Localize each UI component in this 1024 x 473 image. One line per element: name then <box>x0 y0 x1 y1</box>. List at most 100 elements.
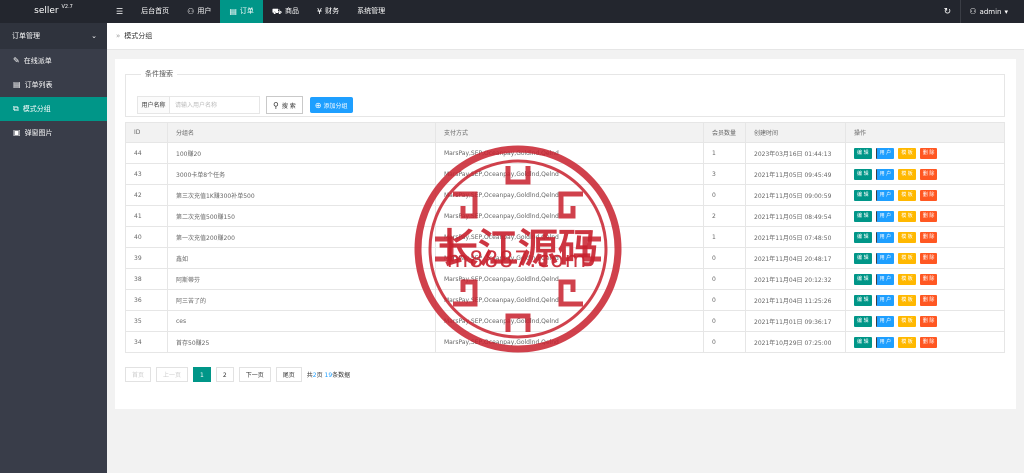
next-page-button[interactable]: 下一页 <box>238 367 271 382</box>
nav-orders[interactable]: ▤ 订单 <box>220 0 263 23</box>
cell-name: 阿斯蒂芬 <box>167 268 436 290</box>
prev-page-button[interactable]: 上一页 <box>156 367 189 382</box>
edit-button[interactable]: 编 辑 <box>854 294 872 306</box>
cell-ops: 编 辑用 户模 板删 除 <box>845 163 1005 185</box>
user-button[interactable]: 用 户 <box>875 273 895 285</box>
delete-button[interactable]: 删 除 <box>919 231 938 243</box>
cell-id: 35 <box>125 310 168 332</box>
user-button[interactable]: 用 户 <box>875 336 895 348</box>
edit-button[interactable]: 编 辑 <box>854 189 872 201</box>
user-button[interactable]: 用 户 <box>875 231 895 243</box>
cell-members: 0 <box>703 268 746 290</box>
template-button[interactable]: 模 板 <box>898 168 916 180</box>
cell-created: 2021年11月05日 07:48:50 <box>745 226 846 248</box>
delete-button[interactable]: 删 除 <box>919 336 938 348</box>
cell-ops: 编 辑用 户模 板删 除 <box>845 331 1005 353</box>
user-name: admin <box>979 7 1002 16</box>
template-button[interactable]: 模 板 <box>898 210 916 222</box>
delete-button[interactable]: 删 除 <box>919 252 938 264</box>
edit-icon: ✎ <box>13 56 20 65</box>
cell-name: 第三次充值1K赚300补单500 <box>167 184 436 206</box>
search-button[interactable]: ⚲ 搜 索 <box>266 96 303 114</box>
col-members[interactable]: 会员数量 <box>703 122 746 143</box>
page-1-button[interactable]: 1 <box>193 367 211 382</box>
edit-button[interactable]: 编 辑 <box>854 147 872 159</box>
cell-members: 0 <box>703 289 746 311</box>
nav-finance[interactable]: ¥ 财务 <box>308 0 348 23</box>
template-button[interactable]: 模 板 <box>898 147 916 159</box>
delete-button[interactable]: 删 除 <box>919 273 938 285</box>
delete-button[interactable]: 删 除 <box>919 315 938 327</box>
template-button[interactable]: 模 板 <box>898 273 916 285</box>
col-name[interactable]: 分组名 <box>167 122 436 143</box>
user-menu[interactable]: ⚇ admin ▾ <box>960 0 1024 23</box>
top-bar: seller V2.7 ☰ 后台首页 ⚇ 用户 ▤ 订单 ⛟ 商品 ¥ 财务 系统管理 … <box>0 0 1024 23</box>
sidebar-item-mode-group[interactable]: ⧉ 模式分组 <box>0 97 107 121</box>
nav-home[interactable]: 后台首页 <box>132 0 178 23</box>
nav-users[interactable]: ⚇ 用户 <box>178 0 220 23</box>
user-button[interactable]: 用 户 <box>875 189 895 201</box>
cell-ops: 编 辑用 户模 板删 除 <box>845 310 1005 332</box>
cell-ops: 编 辑用 户模 板删 除 <box>845 247 1005 269</box>
app-logo[interactable]: seller V2.7 <box>0 0 107 23</box>
delete-button[interactable]: 删 除 <box>919 210 938 222</box>
delete-button[interactable]: 删 除 <box>919 189 938 201</box>
user-button[interactable]: 用 户 <box>875 252 895 264</box>
cell-ops: 编 辑用 户模 板删 除 <box>845 226 1005 248</box>
col-id[interactable]: ID <box>125 122 168 143</box>
col-created[interactable]: 创建时间 <box>745 122 846 143</box>
template-button[interactable]: 模 板 <box>898 231 916 243</box>
cell-ops: 编 辑用 户模 板删 除 <box>845 268 1005 290</box>
edit-button[interactable]: 编 辑 <box>854 168 872 180</box>
edit-button[interactable]: 编 辑 <box>854 273 872 285</box>
delete-button[interactable]: 删 除 <box>919 147 938 159</box>
sidebar-item-order-list[interactable]: ▤ 订单列表 <box>0 73 107 97</box>
user-button[interactable]: 用 户 <box>875 210 895 222</box>
edit-button[interactable]: 编 辑 <box>854 210 872 222</box>
breadcrumb-current: 模式分组 <box>124 32 153 40</box>
cart-icon: ⛟ <box>271 6 282 16</box>
refresh-button[interactable]: ↻ <box>934 0 960 23</box>
page-2-button[interactable]: 2 <box>215 367 234 382</box>
cell-created: 2021年11月04日 20:12:32 <box>745 268 846 290</box>
edit-button[interactable]: 编 辑 <box>854 315 872 327</box>
add-group-button[interactable]: ⊕ 添加分组 <box>309 97 353 113</box>
user-button[interactable]: 用 户 <box>875 294 895 306</box>
table-header-row: ID 分组名 支付方式 会员数量 创建时间 操作 <box>125 122 1005 143</box>
menu-toggle-button[interactable]: ☰ <box>107 0 132 23</box>
col-pay[interactable]: 支付方式 <box>435 122 704 143</box>
delete-button[interactable]: 删 除 <box>919 294 938 306</box>
user-button[interactable]: 用 户 <box>875 315 895 327</box>
template-button[interactable]: 模 板 <box>898 336 916 348</box>
menu-icon: ☰ <box>116 6 124 16</box>
user-button[interactable]: 用 户 <box>875 168 895 180</box>
list-icon: ▤ <box>13 80 21 89</box>
edit-button[interactable]: 编 辑 <box>854 231 872 243</box>
sidebar-item-dispatch[interactable]: ✎ 在线派单 <box>0 49 107 73</box>
edit-button[interactable]: 编 辑 <box>854 252 872 264</box>
user-button[interactable]: 用 户 <box>875 147 895 159</box>
cell-name: 首存50赚25 <box>167 331 436 353</box>
cell-name: 第二次充值500赚150 <box>167 205 436 227</box>
edit-button[interactable]: 编 辑 <box>854 336 872 348</box>
cell-id: 42 <box>125 184 168 206</box>
sidebar-item-popup-image[interactable]: ▣ 弹窗图片 <box>0 121 107 145</box>
last-page-button[interactable]: 尾页 <box>275 367 302 382</box>
cell-name: 鑫如 <box>167 247 436 269</box>
template-button[interactable]: 模 板 <box>898 294 916 306</box>
cell-members: 1 <box>703 142 746 164</box>
breadcrumb: » 模式分组 <box>107 23 1024 50</box>
cell-name: 阿三苦了的 <box>167 289 436 311</box>
template-button[interactable]: 模 板 <box>898 315 916 327</box>
top-nav: ☰ 后台首页 ⚇ 用户 ▤ 订单 ⛟ 商品 ¥ 财务 系统管理 <box>107 0 394 23</box>
template-button[interactable]: 模 板 <box>898 189 916 201</box>
delete-button[interactable]: 删 除 <box>919 168 938 180</box>
template-button[interactable]: 模 板 <box>898 252 916 264</box>
cell-created: 2021年10月29日 07:25:00 <box>745 331 846 353</box>
nav-goods[interactable]: ⛟ 商品 <box>263 0 308 23</box>
first-page-button[interactable]: 首页 <box>125 367 152 382</box>
sidebar-group-orders[interactable]: 订单管理 ⌄ <box>0 23 107 49</box>
nav-system[interactable]: 系统管理 <box>348 0 394 23</box>
search-input[interactable] <box>169 96 260 114</box>
cell-id: 44 <box>125 142 168 164</box>
